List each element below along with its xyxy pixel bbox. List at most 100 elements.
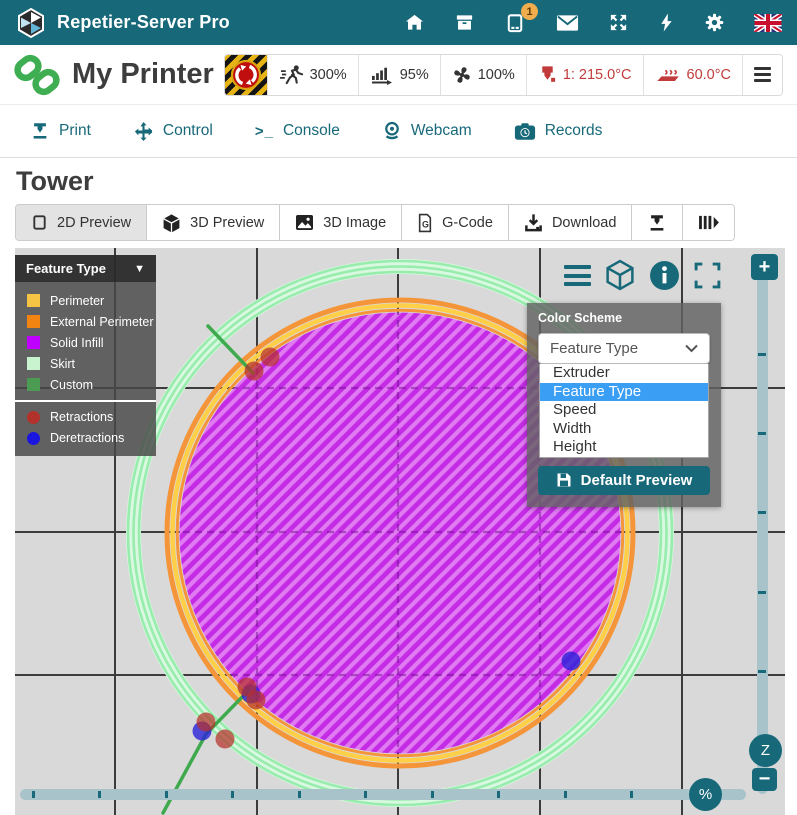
message-count-badge: 1	[521, 3, 538, 20]
cube-wireframe-icon	[604, 259, 636, 292]
z-mode-button[interactable]: Z	[749, 734, 782, 767]
color-scheme-option[interactable]: Extruder	[540, 364, 708, 383]
button-label: 2D Preview	[57, 215, 131, 231]
download-button[interactable]: Download	[508, 205, 632, 240]
legend-item: Skirt	[15, 353, 156, 374]
legend-color-swatch	[27, 336, 40, 349]
gcode-2d-preview-canvas[interactable]: Feature Type ▼ Perimeter External Perimet…	[15, 248, 785, 815]
slider-tick	[564, 791, 567, 798]
legend-item-label: Perimeter	[50, 294, 104, 308]
feature-type-legend: Feature Type ▼ Perimeter External Perimet…	[15, 255, 156, 456]
legend-item-label: External Perimeter	[50, 315, 154, 329]
legend-color-swatch	[27, 315, 40, 328]
color-scheme-dropdown-list: ExtruderFeature TypeSpeedWidthHeight	[539, 364, 709, 458]
view-2d-preview-button[interactable]: 2D Preview	[16, 205, 146, 240]
horizontal-progress-slider[interactable]	[20, 789, 746, 800]
gcode-button[interactable]: G G-Code	[401, 205, 508, 240]
gear-icon[interactable]	[704, 12, 725, 33]
legend-marker-swatch	[27, 411, 40, 424]
flow-value: 95%	[400, 67, 429, 83]
percent-mode-button[interactable]: %	[689, 778, 722, 811]
printer-link-icon[interactable]	[14, 52, 60, 98]
hamburger-icon	[754, 67, 771, 82]
printer-tab-bar: Print Control >_ Console Webcam	[0, 105, 797, 158]
emergency-stop-button[interactable]	[225, 55, 267, 95]
slider-tick	[758, 591, 766, 594]
default-preview-button[interactable]: Default Preview	[538, 466, 710, 495]
zoom-in-button[interactable]: +	[751, 254, 778, 280]
print-queue-icon[interactable]: 1	[504, 11, 527, 34]
language-flag-uk-icon[interactable]	[754, 14, 782, 32]
heated-bed-icon	[655, 65, 681, 85]
square-2d-icon	[31, 214, 48, 231]
legend-item: External Perimeter	[15, 311, 156, 332]
retraction-dot	[197, 713, 216, 732]
printer-nozzle-icon	[647, 213, 667, 233]
legend-item-label: Custom	[50, 378, 93, 392]
webcam-icon	[382, 121, 402, 141]
fullscreen-button[interactable]	[693, 261, 722, 290]
legend-item-label: Solid Infill	[50, 336, 104, 350]
slider-tick	[32, 791, 35, 798]
speed-multiplier-button[interactable]: 300%	[267, 55, 358, 95]
download-icon	[524, 213, 543, 232]
tab-label: Console	[283, 122, 340, 140]
image-icon	[295, 214, 314, 231]
slider-tick	[497, 791, 500, 798]
archive-box-icon[interactable]	[454, 12, 475, 33]
bed-temp-button[interactable]: 60.0°C	[643, 55, 743, 95]
color-scheme-option[interactable]: Width	[540, 420, 708, 439]
legend-item-label: Deretractions	[50, 431, 124, 445]
tab-control[interactable]: Control	[133, 121, 213, 142]
menu-icon	[564, 265, 591, 286]
tab-print[interactable]: Print	[30, 121, 91, 141]
info-icon	[649, 260, 680, 291]
legend-item: Perimeter	[15, 290, 156, 311]
top-navbar: Repetier-Server Pro 1	[0, 0, 797, 45]
layer-play-button[interactable]	[682, 205, 734, 240]
preview-3d-mode-button[interactable]	[604, 259, 636, 292]
extruder-temp-button[interactable]: 1: 215.0°C	[526, 55, 643, 95]
tab-console[interactable]: >_ Console	[255, 122, 340, 140]
preview-menu-button[interactable]	[564, 265, 591, 286]
retraction-dot	[216, 730, 235, 749]
color-scheme-option[interactable]: Speed	[540, 401, 708, 420]
retraction-dot	[245, 362, 264, 381]
color-scheme-option[interactable]: Feature Type	[540, 383, 708, 402]
app-brand[interactable]: Repetier-Server Pro	[15, 7, 230, 39]
color-scheme-label: Color Scheme	[538, 311, 710, 325]
fullscreen-icon	[693, 261, 722, 290]
vertical-layer-slider[interactable]	[757, 261, 768, 794]
legend-header[interactable]: Feature Type ▼	[15, 255, 156, 282]
flow-icon	[370, 65, 394, 85]
fan-speed-button[interactable]: 100%	[440, 55, 526, 95]
power-icon[interactable]	[658, 12, 675, 33]
legend-item: Solid Infill	[15, 332, 156, 353]
legend-item: Deretractions	[15, 428, 156, 449]
zoom-out-button[interactable]: −	[752, 768, 777, 791]
speed-value: 300%	[310, 67, 347, 83]
legend-color-swatch	[27, 378, 40, 391]
flow-multiplier-button[interactable]: 95%	[358, 55, 440, 95]
app-logo-icon	[15, 7, 47, 39]
deretraction-dot	[562, 652, 581, 671]
color-scheme-option[interactable]: Height	[540, 438, 708, 457]
tab-webcam[interactable]: Webcam	[382, 121, 472, 141]
extruder-icon	[538, 64, 557, 85]
printer-menu-button[interactable]	[742, 55, 782, 95]
preview-info-button[interactable]	[649, 260, 680, 291]
home-icon[interactable]	[404, 12, 425, 33]
legend-title: Feature Type	[26, 261, 106, 276]
legend-item: Retractions	[15, 407, 156, 428]
printer-status-toolbar: 300% 95%	[224, 54, 783, 96]
print-job-button[interactable]	[631, 205, 682, 240]
save-icon	[556, 472, 572, 488]
view-3d-image-button[interactable]: 3D Image	[279, 205, 401, 240]
mail-icon[interactable]	[556, 14, 579, 32]
tab-records[interactable]: Records	[514, 122, 603, 141]
expand-icon[interactable]	[608, 12, 629, 33]
button-label: G-Code	[442, 215, 493, 231]
view-3d-preview-button[interactable]: 3D Preview	[146, 205, 279, 240]
legend-color-swatch	[27, 294, 40, 307]
color-scheme-select[interactable]: Feature Type	[538, 333, 710, 364]
